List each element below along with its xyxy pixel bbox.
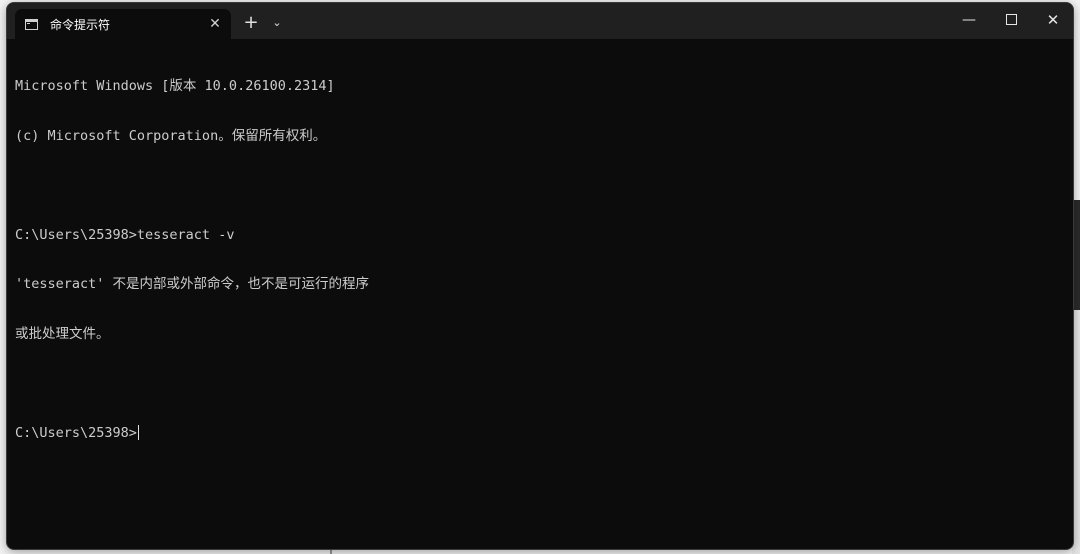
tab-title: 命令提示符 xyxy=(50,17,111,32)
maximize-button[interactable] xyxy=(991,3,1031,39)
minimize-button[interactable]: — xyxy=(949,3,989,39)
prompt-line[interactable]: C:\Users\25398> xyxy=(15,424,1065,442)
prompt-text: C:\Users\25398> xyxy=(15,424,137,441)
tab-dropdown-button[interactable]: ⌄ xyxy=(267,11,287,35)
chevron-down-icon: ⌄ xyxy=(272,16,282,29)
terminal-line: C:\Users\25398>tesseract -v xyxy=(15,226,235,243)
terminal-line: 或批处理文件。 xyxy=(15,325,110,342)
minimize-icon: — xyxy=(962,12,976,28)
maximize-icon xyxy=(1005,14,1017,25)
terminal-line: 'tesseract' 不是内部或外部命令，也不是可运行的程序 xyxy=(15,276,370,292)
plus-icon: + xyxy=(243,12,259,33)
terminal-output[interactable]: Microsoft Windows [版本 10.0.26100.2314] (… xyxy=(15,45,1065,541)
terminal-icon xyxy=(25,18,38,30)
tab-command-prompt[interactable]: 命令提示符 ✕ xyxy=(15,9,231,39)
terminal-line: (c) Microsoft Corporation。保留所有权利。 xyxy=(15,127,327,144)
command-prompt-window: 命令提示符 ✕ + ⌄ — ✕ Microsoft Windows [版本 10… xyxy=(6,2,1074,550)
tab-close-button[interactable]: ✕ xyxy=(203,14,227,34)
close-icon: ✕ xyxy=(1046,11,1060,29)
text-cursor xyxy=(137,424,139,440)
terminal-line: Microsoft Windows [版本 10.0.26100.2314] xyxy=(15,78,335,94)
close-button[interactable]: ✕ xyxy=(1033,3,1073,39)
new-tab-button[interactable]: + xyxy=(239,11,263,35)
title-bar[interactable]: 命令提示符 ✕ + ⌄ — ✕ xyxy=(7,3,1073,39)
